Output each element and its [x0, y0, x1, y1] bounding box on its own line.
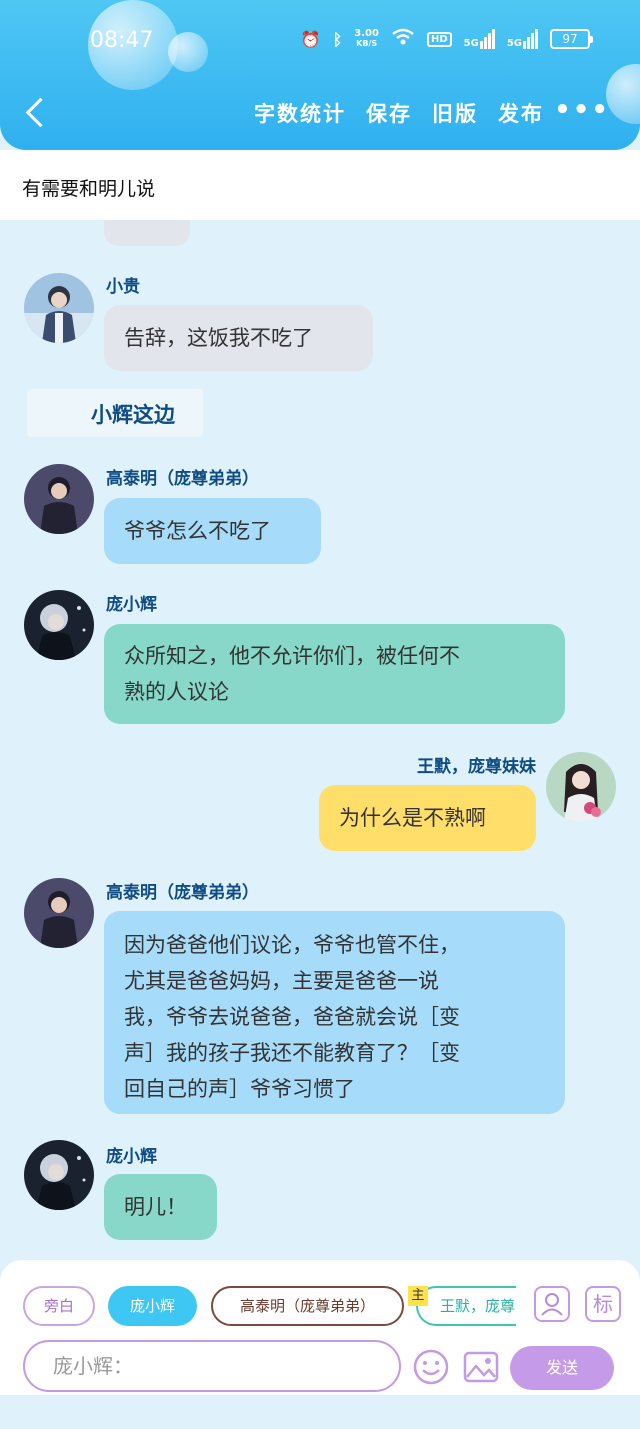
avatar[interactable]: [24, 1140, 94, 1210]
alarm-icon: ⏰: [300, 29, 321, 49]
message-line: 我，爷爷去说爸爸，爸爸就会说［变: [124, 1005, 460, 1029]
old-version-button[interactable]: 旧版: [432, 98, 478, 128]
avatar[interactable]: [24, 878, 94, 948]
bottom-strip: [0, 1395, 640, 1429]
message-bubble[interactable]: 众所知之，他不允许你们，被任何不 熟的人议论: [104, 624, 565, 724]
net-speed-unit: KB/S: [356, 39, 378, 48]
speaker-name: 王默，庞尊妹妹: [417, 757, 536, 777]
signal-icon: 5G: [507, 29, 538, 49]
main-role-tag: 主: [408, 1286, 428, 1306]
speaker-name: 庞小辉: [106, 595, 157, 615]
scene-tag[interactable]: 小辉这边: [27, 389, 203, 437]
message-line: 尤其是爸爸妈妈，主要是爸爸一说: [124, 969, 439, 993]
avatar[interactable]: [24, 273, 94, 343]
word-count-button[interactable]: 字数统计: [254, 98, 346, 128]
role-chip-gao[interactable]: 高泰明（庞尊弟弟）: [211, 1286, 404, 1326]
message-line: 众所知之，他不允许你们，被任何不: [124, 644, 460, 668]
hd-badge: HD: [426, 31, 452, 47]
image-icon[interactable]: [462, 1348, 500, 1386]
speaker-name: 小贵: [106, 277, 140, 297]
role-manage-icon[interactable]: [534, 1286, 570, 1322]
role-chip-wang[interactable]: 王默，庞尊: [416, 1286, 516, 1326]
speaker-name: 高泰明（庞尊弟弟）: [106, 883, 259, 903]
message-bubble[interactable]: 因为爸爸他们议论，爷爷也管不住， 尤其是爸爸妈妈，主要是爸爸一说 我，爷爷去说爸…: [104, 911, 565, 1114]
signal-label: 5G: [506, 38, 522, 49]
speaker-name: 庞小辉: [106, 1147, 157, 1167]
back-button[interactable]: [22, 96, 52, 132]
message-line: 回自己的声］爷爷习惯了: [124, 1077, 355, 1101]
send-button[interactable]: 发送: [510, 1346, 614, 1390]
battery-icon: 97: [550, 29, 593, 49]
mark-icon[interactable]: 标: [585, 1286, 621, 1322]
net-speed-value: 3.00: [354, 28, 379, 39]
more-icon[interactable]: •••: [554, 97, 610, 123]
avatar[interactable]: [24, 464, 94, 534]
message-input-wrap: [23, 1340, 401, 1392]
net-speed: 3.00 KB/S: [354, 29, 379, 49]
notice-bar: 有需要和明儿说: [0, 150, 640, 220]
nav-bar: 字数统计 保存 旧版 发布 •••: [0, 94, 640, 134]
speaker-name: 高泰明（庞尊弟弟）: [106, 469, 259, 489]
role-chip-narrator[interactable]: 旁白: [23, 1286, 95, 1326]
bluetooth-icon: ᛒ: [332, 29, 343, 49]
app-header: 08:47 ⏰ ᛒ 3.00 KB/S HD 5G 5G 97 字数统计 保存 …: [0, 0, 640, 150]
save-button[interactable]: 保存: [366, 98, 412, 128]
compose-panel: 旁白 庞小辉 高泰明（庞尊弟弟） 王默，庞尊 主 标 发送: [0, 1260, 640, 1395]
clock: 08:47: [90, 28, 154, 53]
role-chip-pang[interactable]: 庞小辉: [108, 1286, 197, 1326]
message-bubble[interactable]: 告辞，这饭我不吃了: [104, 305, 373, 371]
message-bubble[interactable]: 为什么是不熟啊: [319, 785, 536, 851]
signal-label: 5G: [463, 38, 479, 49]
status-bar: 08:47 ⏰ ᛒ 3.00 KB/S HD 5G 5G 97: [0, 22, 640, 62]
status-icons: ⏰ ᛒ 3.00 KB/S HD 5G 5G 97: [300, 28, 593, 50]
notice-text: 有需要和明儿说: [22, 178, 156, 200]
message-line: 因为爸爸他们议论，爷爷也管不住，: [124, 933, 460, 957]
message-bubble[interactable]: 爷爷怎么不吃了: [104, 498, 321, 564]
previous-message-stub: [104, 220, 190, 246]
message-line: 熟的人议论: [124, 680, 229, 704]
emoji-icon[interactable]: [412, 1348, 450, 1386]
avatar[interactable]: [546, 752, 616, 822]
message-line: 声］我的孩子我还不能教育了？［变: [124, 1041, 460, 1065]
wifi-icon: [391, 28, 415, 50]
message-input[interactable]: [25, 1342, 399, 1390]
signal-icon: 5G: [464, 29, 495, 49]
publish-button[interactable]: 发布: [498, 98, 544, 128]
nav-actions: 字数统计 保存 旧版 发布: [254, 98, 544, 128]
scene-tag-label: 小辉这边: [91, 403, 175, 427]
avatar[interactable]: [24, 590, 94, 660]
message-bubble[interactable]: 明儿！: [104, 1174, 217, 1240]
